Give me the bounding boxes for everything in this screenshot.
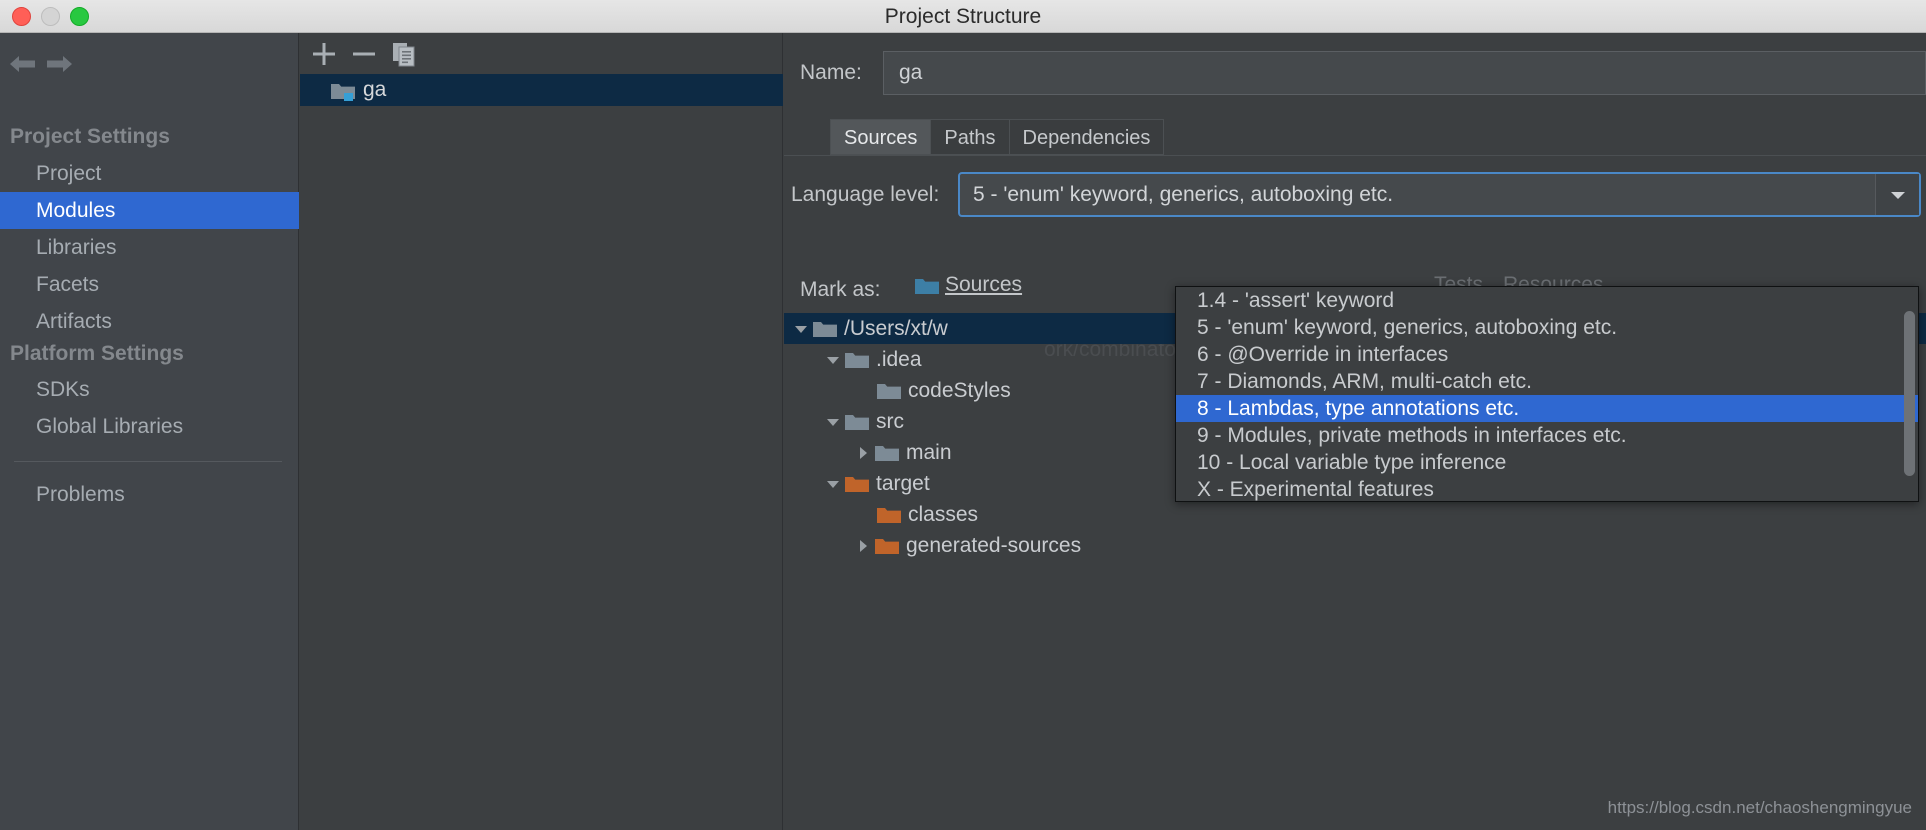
folder-icon [844,350,868,369]
tree-row[interactable]: generated-sources [784,530,1926,561]
mark-as-sources-link[interactable]: Sources [945,273,1022,297]
sidebar-item-label: Modules [36,199,115,222]
dropdown-option-8[interactable]: 8 - Lambdas, type annotations etc. [1176,395,1918,422]
folder-icon [812,319,836,338]
folder-icon [874,536,898,555]
module-name-label: ga [363,78,386,102]
tree-row-label: target [876,472,930,496]
module-toolbar [300,33,783,74]
folder-icon [844,474,868,493]
dropdown-option-7[interactable]: 7 - Diamonds, ARM, multi-catch etc. [1176,368,1918,395]
project-structure-dialog: Project Settings Project Modules Librari… [0,33,1926,830]
tree-row-label: generated-sources [906,534,1081,558]
dropdown-option-6[interactable]: 6 - @Override in interfaces [1176,341,1918,368]
dropdown-option-label: 6 - @Override in interfaces [1197,343,1448,366]
add-module-button[interactable] [308,38,340,70]
arrow-right-icon[interactable] [42,47,76,81]
sidebar-item-modules[interactable]: Modules [0,192,299,229]
tree-row-label: codeStyles [908,379,1011,403]
mark-as-options: Sources [914,273,1022,297]
sources-folder-icon [914,276,938,295]
tree-row-label: .idea [876,348,922,372]
sidebar-item-facets[interactable]: Facets [0,266,299,303]
chevron-down-icon[interactable] [822,417,844,427]
sidebar-item-label: Facets [36,273,99,296]
folder-icon [876,505,900,524]
folder-icon [844,412,868,431]
tab-label: Dependencies [1023,127,1151,149]
dropdown-option-9[interactable]: 9 - Modules, private methods in interfac… [1176,422,1918,449]
dropdown-option-label: 7 - Diamonds, ARM, multi-catch etc. [1197,370,1532,393]
dropdown-option-label: X - Experimental features [1197,478,1434,501]
dropdown-option-label: 10 - Local variable type inference [1197,451,1506,474]
sidebar-section-platform-settings: Platform Settings [10,342,184,366]
chevron-down-icon[interactable] [822,355,844,365]
dropdown-option-label: 1.4 - 'assert' keyword [1197,289,1394,312]
folder-icon [874,443,898,462]
language-level-value: 5 - 'enum' keyword, generics, autoboxing… [973,183,1875,207]
module-name-value: ga [899,61,922,85]
tree-row-label: src [876,410,904,434]
tab-sources[interactable]: Sources [830,119,931,155]
sidebar-item-label: Project [36,162,101,185]
module-name-input[interactable]: ga [883,51,1926,95]
sidebar-item-label: Libraries [36,236,117,259]
sidebar-divider [14,461,282,462]
language-level-combobox[interactable]: 5 - 'enum' keyword, generics, autoboxing… [958,172,1921,217]
dropdown-option-5[interactable]: 5 - 'enum' keyword, generics, autoboxing… [1176,314,1918,341]
sidebar-item-global-libraries[interactable]: Global Libraries [0,408,299,445]
sidebar-item-libraries[interactable]: Libraries [0,229,299,266]
tree-row-label: classes [908,503,978,527]
sidebar-item-sdks[interactable]: SDKs [0,371,299,408]
chevron-down-icon[interactable] [822,479,844,489]
folder-icon [876,381,900,400]
module-list-item-ga[interactable]: ga [300,74,783,106]
sidebar-item-problems[interactable]: Problems [0,476,299,513]
dropdown-scrollbar[interactable] [1904,311,1915,476]
sidebar-item-artifacts[interactable]: Artifacts [0,303,299,340]
tree-row-label: main [906,441,952,465]
chevron-right-icon[interactable] [852,539,874,553]
dropdown-option-label: 5 - 'enum' keyword, generics, autoboxing… [1197,316,1617,339]
language-level-dropdown-list[interactable]: 1.4 - 'assert' keyword 5 - 'enum' keywor… [1175,286,1919,502]
dropdown-option-1-4[interactable]: 1.4 - 'assert' keyword [1176,287,1918,314]
arrow-left-icon[interactable] [6,47,40,81]
navigation-arrows [0,41,299,89]
chevron-down-icon[interactable] [790,324,812,334]
chevron-right-icon[interactable] [852,446,874,460]
watermark-text: https://blog.csdn.net/chaoshengmingyue [1608,798,1912,818]
tree-row-label: /Users/xt/w [844,317,948,341]
dropdown-option-10[interactable]: 10 - Local variable type inference [1176,449,1918,476]
tab-underline [784,155,1926,156]
tree-row[interactable]: classes [784,499,1926,530]
dropdown-option-x[interactable]: X - Experimental features [1176,476,1918,503]
tab-label: Sources [844,127,917,149]
sidebar-item-label: Artifacts [36,310,112,333]
sidebar-item-label: SDKs [36,378,90,401]
module-folder-icon [330,81,354,100]
dropdown-option-label: 9 - Modules, private methods in interfac… [1197,424,1627,447]
window-titlebar: Project Structure [0,0,1926,33]
language-level-label: Language level: [791,183,939,207]
sidebar-item-project[interactable]: Project [0,155,299,192]
module-list-panel: ga [300,33,783,830]
module-tabs: Sources Paths Dependencies [830,119,1164,155]
dropdown-option-label: 8 - Lambdas, type annotations etc. [1197,397,1519,420]
name-field-label: Name: [800,61,862,85]
window-title: Project Structure [0,0,1926,33]
tab-label: Paths [944,127,995,149]
settings-sidebar: Project Settings Project Modules Librari… [0,33,299,830]
remove-module-button[interactable] [348,38,380,70]
sidebar-item-label: Global Libraries [36,415,183,438]
sidebar-section-project-settings: Project Settings [10,125,170,149]
tab-paths[interactable]: Paths [931,119,1009,155]
chevron-down-icon[interactable] [1875,174,1919,215]
copy-module-icon[interactable] [388,38,420,70]
sidebar-item-label: Problems [36,483,125,506]
tab-dependencies[interactable]: Dependencies [1010,119,1165,155]
mark-as-label: Mark as: [800,278,881,302]
